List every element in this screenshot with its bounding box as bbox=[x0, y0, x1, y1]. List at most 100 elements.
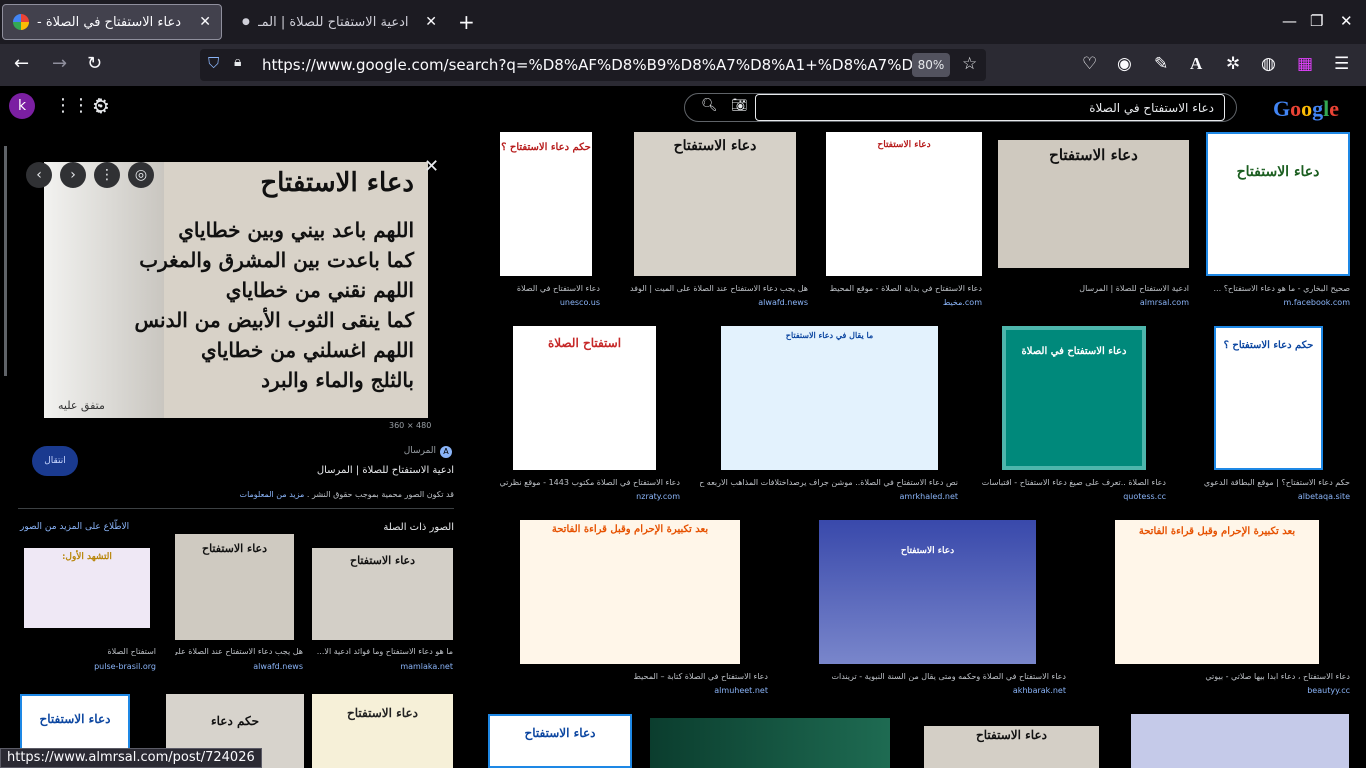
font-extension-icon[interactable]: A bbox=[1190, 54, 1202, 74]
back-button[interactable]: ← bbox=[14, 54, 29, 74]
result-source: amrkhaled.net bbox=[899, 492, 958, 501]
tab-inactive[interactable]: ● ادعية الاستفتاح للصلاة | المـ ✕ bbox=[232, 4, 447, 40]
tab-title: ادعية الاستفتاح للصلاة | المـ bbox=[257, 14, 409, 30]
source-name[interactable]: المرسال bbox=[404, 446, 436, 456]
address-bar[interactable]: ⛉ 🔒︎ https://www.google.com/search?q=%D8… bbox=[200, 49, 986, 81]
result-title: هل يجب دعاء الاستفتاح عند الصلاة على الم… bbox=[629, 284, 808, 293]
result-title: دعاء الاستفتاح في الصلاة bbox=[516, 284, 600, 293]
reload-button[interactable]: ↻ bbox=[87, 54, 102, 74]
new-tab-button[interactable]: + bbox=[458, 10, 475, 34]
preview-title[interactable]: ادعية الاستفتاح للصلاة | المرسال bbox=[317, 465, 454, 476]
gear-extension-icon[interactable]: ✲ bbox=[1226, 54, 1240, 74]
window-close-button[interactable]: ✕ bbox=[1340, 12, 1353, 30]
result-source: مخيط.com bbox=[942, 298, 982, 307]
see-more-link[interactable]: الاطّلاع على المزيد من الصور bbox=[20, 522, 129, 532]
result-image: حكم دعاء الاستفتاح ؟ bbox=[1214, 326, 1323, 470]
related-title: هل يجب دعاء الاستفتاح عند الصلاة على... bbox=[175, 647, 303, 656]
result-source: beautyy.cc bbox=[1307, 686, 1350, 695]
related-image: دعاء الاستفتاح bbox=[312, 548, 453, 640]
related-title: ما هو دعاء الاستفتاح وما فوائد ادعية الا… bbox=[316, 647, 453, 656]
preview-line: دعاء الاستفتاح bbox=[260, 168, 414, 198]
related-image[interactable]: دعاء الاستفتاح bbox=[312, 694, 453, 768]
source-favicon-icon: A bbox=[440, 446, 452, 458]
google-logo[interactable]: Google bbox=[1273, 96, 1339, 122]
result-image: حكم دعاء الاستفتاح ؟ bbox=[500, 132, 592, 276]
related-image: دعاء الاستفتاح bbox=[175, 534, 294, 640]
forward-button[interactable]: → bbox=[52, 54, 67, 74]
related-source: alwafd.news bbox=[253, 662, 303, 671]
lock-icon[interactable]: 🔒︎ bbox=[234, 54, 241, 70]
result-title: دعاء الاستفتاح في الصلاة كتابة – المحيط bbox=[633, 672, 768, 681]
close-preview-icon[interactable]: ✕ bbox=[424, 156, 439, 177]
related-item[interactable]: دعاء الاستفتاح هل يجب دعاء الاستفتاح عند… bbox=[175, 534, 303, 671]
avatar[interactable]: k bbox=[9, 93, 35, 119]
result-source: unesco.us bbox=[559, 298, 600, 307]
extension-icon[interactable]: ✎ bbox=[1154, 54, 1168, 74]
shield-icon[interactable]: ⛉ bbox=[208, 54, 219, 72]
restore-button[interactable]: ❐ bbox=[1310, 12, 1323, 30]
result-source: nzraty.com bbox=[636, 492, 680, 501]
learn-more-link[interactable]: مزيد من المعلومات bbox=[240, 490, 305, 499]
result-source: almuheet.net bbox=[714, 686, 768, 695]
preview-line: اللهم نقني من خطاياي bbox=[225, 278, 414, 302]
preview-figure bbox=[44, 162, 164, 418]
menu-icon[interactable]: ☰ bbox=[1334, 54, 1349, 74]
minimize-button[interactable]: — bbox=[1282, 12, 1297, 30]
tab-close-icon[interactable]: ✕ bbox=[425, 14, 437, 30]
related-item[interactable]: التشهد الأول: استفتاح الصلاة pulse-brasi… bbox=[24, 548, 156, 671]
copyright-note: قد تكون الصور محمية بموجب حقوق النشر . م… bbox=[239, 490, 454, 499]
related-source: pulse-brasil.org bbox=[94, 662, 156, 671]
related-title: استفتاح الصلاة bbox=[107, 647, 156, 656]
next-image-icon[interactable]: › bbox=[60, 162, 86, 188]
globe-icon[interactable]: ◍ bbox=[1261, 54, 1276, 74]
result-source: almrsal.com bbox=[1139, 298, 1189, 307]
preview-line: اللهم اغسلني من خطاياي bbox=[201, 338, 414, 362]
preview-image[interactable]: دعاء الاستفتاح اللهم باعد بيني وبين خطاي… bbox=[44, 162, 428, 418]
result-image[interactable]: دعاء الاستفتاح bbox=[924, 726, 1099, 768]
result-title: ادعية الاستفتاح للصلاة | المرسال bbox=[1079, 284, 1189, 293]
lens-icon[interactable]: ◎ bbox=[128, 162, 154, 188]
visit-button[interactable]: انتقال bbox=[32, 446, 78, 476]
result-image: دعاء الاستفتاح bbox=[1206, 132, 1350, 276]
preview-line: بالثلج والماء والبرد bbox=[261, 368, 414, 392]
prev-image-icon[interactable]: ‹ bbox=[26, 162, 52, 188]
tab-title: دعاء الاستفتاح في الصلاة - bbox=[37, 14, 181, 30]
result-title: دعاء الاستفتاح في بداية الصلاة - موقع ال… bbox=[829, 284, 982, 293]
related-source: mamlaka.net bbox=[400, 662, 453, 671]
panel-scrollbar[interactable] bbox=[4, 146, 7, 376]
related-image: التشهد الأول: bbox=[24, 548, 150, 628]
result-image: بعد تكبيرة الإحرام وقبل قراءة الفاتحة bbox=[520, 520, 740, 664]
url-text[interactable]: https://www.google.com/search?q=%D8%AF%D… bbox=[262, 56, 912, 74]
color-extension-icon[interactable]: ▦ bbox=[1297, 54, 1313, 74]
result-title: حكم دعاء الاستفتاح؟ | موقع البطاقة الدعو… bbox=[1203, 478, 1350, 487]
account-icon[interactable]: ◉ bbox=[1117, 54, 1132, 74]
result-image: استفتاح الصلاة bbox=[513, 326, 656, 470]
search-input[interactable] bbox=[755, 94, 1225, 121]
bookmark-star-icon[interactable]: ☆ bbox=[962, 54, 977, 74]
google-images-page: k ⋮⋮⋮ ⚙ 🔍︎ 📷︎ Google دعاء الاستفتاح الله… bbox=[0, 86, 1366, 768]
preview-line: كما باعدت بين المشرق والمغرب bbox=[139, 248, 414, 272]
result-image: دعاء الاستفتاح bbox=[819, 520, 1036, 664]
camera-icon[interactable]: 📷︎ bbox=[731, 98, 748, 113]
preview-line: كما ينقى الثوب الأبيض من الدنس bbox=[134, 308, 414, 332]
result-image[interactable] bbox=[650, 718, 890, 768]
related-item[interactable]: دعاء الاستفتاح ما هو دعاء الاستفتاح وما … bbox=[312, 548, 453, 671]
preview-footnote: متفق عليه bbox=[58, 399, 105, 412]
tab-active[interactable]: دعاء الاستفتاح في الصلاة - ✕ bbox=[2, 4, 222, 40]
related-heading: الصور ذات الصلة bbox=[383, 522, 454, 533]
more-options-icon[interactable]: ⋮ bbox=[94, 162, 120, 188]
tab-bar: دعاء الاستفتاح في الصلاة - ✕ ● ادعية الا… bbox=[0, 0, 1366, 44]
result-image: بعد تكبيرة الإحرام وقبل قراءة الفاتحة bbox=[1115, 520, 1319, 664]
result-source: akhbarak.net bbox=[1012, 686, 1066, 695]
image-preview-panel: دعاء الاستفتاح اللهم باعد بيني وبين خطاي… bbox=[0, 146, 470, 768]
tab-close-icon[interactable]: ✕ bbox=[199, 14, 211, 30]
result-image[interactable] bbox=[1131, 714, 1349, 768]
result-image[interactable]: دعاء الاستفتاح bbox=[488, 714, 632, 768]
settings-gear-icon[interactable]: ⚙ bbox=[92, 94, 110, 118]
search-icon[interactable]: 🔍︎ bbox=[701, 98, 718, 113]
result-source: alwafd.news bbox=[758, 298, 808, 307]
result-title: نص دعاء الاستفتاح في الصلاة.. موشن جراف … bbox=[700, 478, 958, 487]
status-bar-url: https://www.almrsal.com/post/724026 bbox=[0, 748, 262, 768]
zoom-level[interactable]: 80% bbox=[912, 53, 950, 77]
pocket-icon[interactable]: ♡ bbox=[1082, 54, 1097, 74]
